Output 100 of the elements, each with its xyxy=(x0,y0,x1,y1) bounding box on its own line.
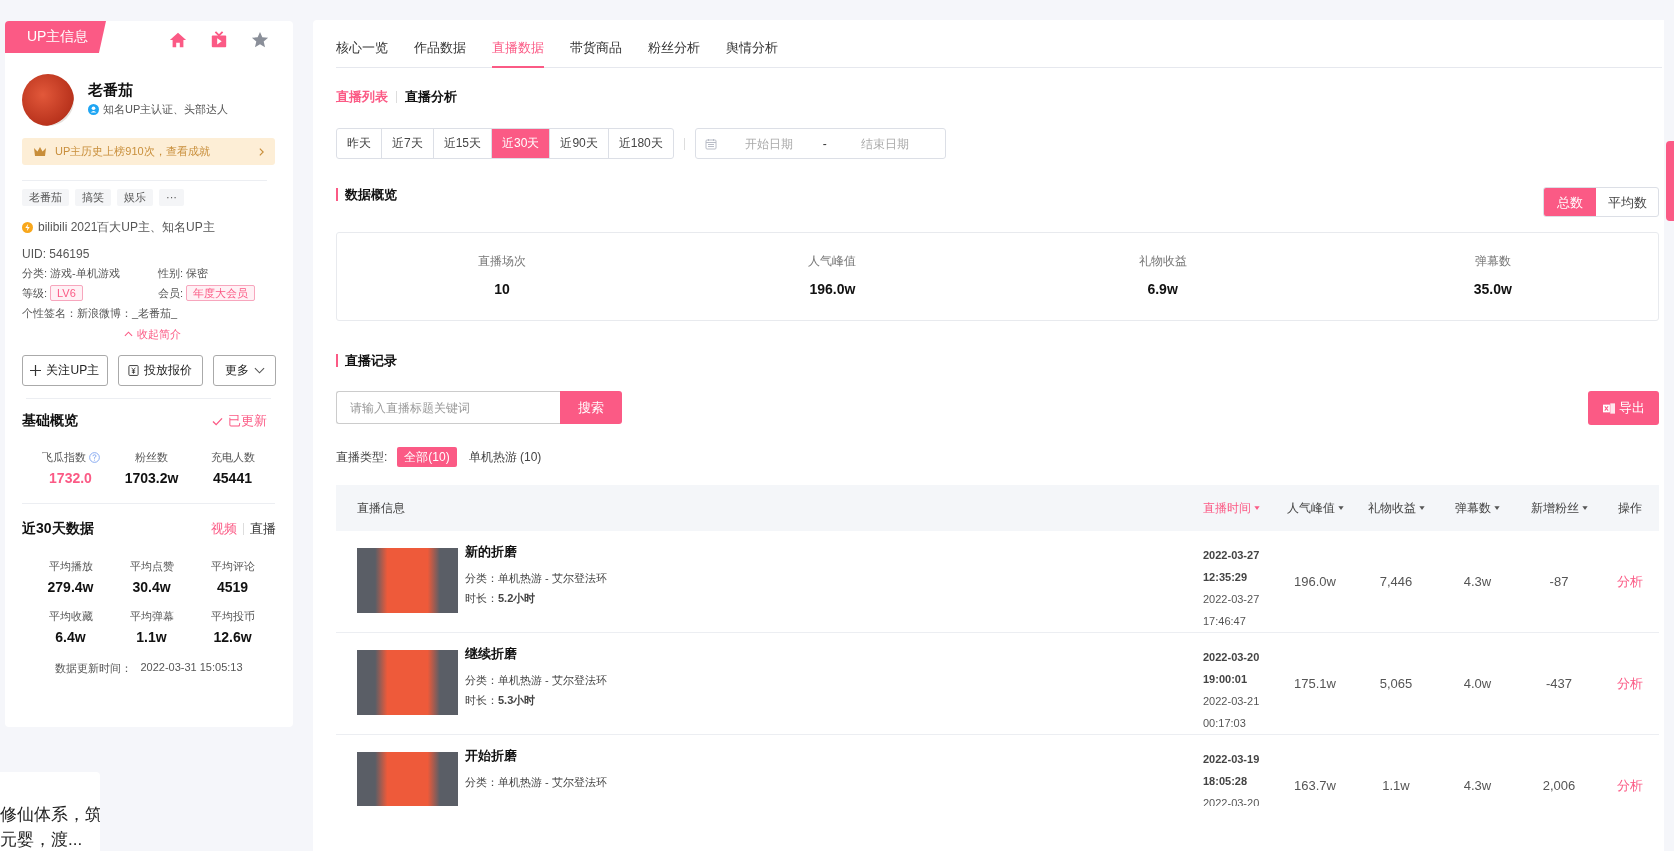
search-field[interactable]: 请输入直播标题关键词 xyxy=(336,391,560,424)
stat-label: 粉丝数 xyxy=(135,450,168,465)
stat-value: 12.6w xyxy=(213,628,252,647)
sort-caret-icon xyxy=(1494,505,1500,511)
range-button[interactable]: 近90天 xyxy=(549,129,608,158)
description-text: 元婴，渡... xyxy=(0,829,84,851)
spreadsheet-icon xyxy=(1602,402,1615,414)
avatar-photo xyxy=(22,74,74,126)
range-button[interactable]: 近7天 xyxy=(381,129,433,158)
tag-chip[interactable]: 娱乐 xyxy=(117,189,153,206)
nav-tab[interactable]: 作品数据 xyxy=(414,20,466,68)
update-status: 已更新 xyxy=(228,412,267,430)
table-cell: 4.0w xyxy=(1463,676,1492,691)
stat-value: 30.4w xyxy=(132,578,171,597)
date-range-field[interactable]: 开始日期 - 结束日期 xyxy=(694,128,946,159)
section-title: 直播记录 xyxy=(336,354,397,367)
sub-tab[interactable]: 直播分析 xyxy=(405,88,457,106)
start-time: 2022-03-19 xyxy=(1203,752,1261,767)
stream-title[interactable]: 新的折磨 xyxy=(465,542,607,562)
field-label: 分类: xyxy=(22,265,48,281)
action-button[interactable]: 更多 xyxy=(213,355,276,386)
action-button[interactable]: 关注UP主 xyxy=(22,355,108,386)
sort-caret-icon xyxy=(1254,505,1260,511)
help-icon[interactable] xyxy=(88,451,100,463)
stat-value: 1703.2w xyxy=(124,469,179,488)
field-label: 性别: xyxy=(158,265,184,281)
action-button[interactable]: 投放报价 xyxy=(117,355,204,386)
stat-label: 平均评论 xyxy=(210,559,255,574)
signature-text: 个性签名：新浪微博：_老番茄_ xyxy=(22,306,179,321)
update-time-label: 数据更新时间： xyxy=(55,661,133,676)
table-cell: 2,006 xyxy=(1542,778,1576,793)
stat-label: 平均播放 xyxy=(48,559,93,574)
column-header[interactable]: 人气峰值 xyxy=(1286,499,1344,517)
stat-label: 弹幕数 xyxy=(1474,253,1511,269)
stat-label: 礼物收益 xyxy=(1138,253,1187,269)
range-button[interactable]: 近180天 xyxy=(607,129,673,158)
stat-label: 平均投币 xyxy=(210,609,255,624)
field-value: 游戏-单机游戏 xyxy=(50,265,120,281)
uid-text: UID: 546195 xyxy=(22,246,91,263)
table-cell: 1.1w xyxy=(1382,778,1410,793)
plus-icon xyxy=(30,365,42,376)
nav-tab[interactable]: 舆情分析 xyxy=(726,20,778,68)
stream-title[interactable]: 继续折磨 xyxy=(465,644,607,664)
stream-title[interactable]: 开始折磨 xyxy=(465,746,607,766)
column-header[interactable]: 新增粉丝 xyxy=(1530,499,1588,517)
date-separator: - xyxy=(822,136,827,151)
mode-tab[interactable]: 直播 xyxy=(250,520,276,538)
column-header[interactable]: 弹幕数 xyxy=(1455,499,1500,517)
nav-tab[interactable]: 核心一览 xyxy=(336,20,388,68)
home-icon[interactable] xyxy=(169,31,187,49)
category-text: 分类：单机热游 - 艾尔登法环 xyxy=(465,571,607,586)
stat-value: 1.1w xyxy=(136,628,167,647)
table-cell: 4.3w xyxy=(1463,574,1492,589)
table-cell: 5,065 xyxy=(1379,676,1413,691)
mode-toggle[interactable]: 平均数 xyxy=(1596,188,1658,216)
stat-value: 4519 xyxy=(216,578,249,597)
stat-label: 平均收藏 xyxy=(48,609,93,624)
tag-chip[interactable]: ··· xyxy=(159,189,184,206)
tv-play-icon[interactable] xyxy=(210,31,228,49)
end-date-input[interactable]: 结束日期 xyxy=(844,135,925,152)
nav-tab[interactable]: 带货商品 xyxy=(570,20,622,68)
column-header[interactable]: 礼物收益 xyxy=(1367,499,1425,517)
section-tag: UP主信息 xyxy=(5,21,106,53)
tag-chip[interactable]: 老番茄 xyxy=(22,189,69,206)
filter-option[interactable]: 单机热游 (10) xyxy=(461,447,549,467)
start-time: 19:00:01 xyxy=(1203,672,1249,687)
tag-chip[interactable]: 搞笑 xyxy=(75,189,111,206)
crown-icon xyxy=(33,145,47,158)
stat-value: 10 xyxy=(494,280,510,298)
stat-value: 196.0w xyxy=(809,280,856,298)
check-icon xyxy=(212,416,223,426)
stat-value: 279.4w xyxy=(47,578,94,597)
start-time: 12:35:29 xyxy=(1203,570,1249,585)
stat-value: 45441 xyxy=(213,469,252,488)
filter-label: 直播类型: xyxy=(336,448,388,466)
stat-value: 35.0w xyxy=(1473,280,1512,298)
end-time: 00:17:03 xyxy=(1203,716,1247,731)
section-title: 数据概览 xyxy=(336,188,397,201)
table-cell: 196.0w xyxy=(1294,574,1336,589)
sort-caret-icon xyxy=(1337,505,1344,511)
nav-tab[interactable]: 粉丝分析 xyxy=(648,20,700,68)
start-time: 2022-03-27 xyxy=(1203,548,1261,563)
section-title: 基础概览 xyxy=(22,412,78,430)
stat-value: 6.9w xyxy=(1147,280,1178,298)
start-date-input[interactable]: 开始日期 xyxy=(728,135,809,152)
creator-name: 老番茄 xyxy=(88,80,134,100)
level-badge: 年度大会员 xyxy=(186,285,256,301)
star-icon[interactable] xyxy=(251,31,269,49)
sort-caret-icon xyxy=(1418,505,1425,511)
stat-label: 充电人数 xyxy=(210,450,255,465)
verification-text: 知名UP主认证、头部达人 xyxy=(103,102,229,117)
section-title: 近30天数据 xyxy=(22,520,94,538)
calendar-icon xyxy=(704,137,717,150)
range-button[interactable]: 昨天 xyxy=(337,129,381,158)
table-cell: 163.7w xyxy=(1294,778,1336,793)
chevron-down-icon xyxy=(253,365,265,376)
column-header: 操作 xyxy=(1617,499,1642,517)
field-label: 会员: xyxy=(158,285,184,301)
stat-label: 飞瓜指数 xyxy=(41,450,86,465)
stat-label: 直播场次 xyxy=(478,253,527,269)
